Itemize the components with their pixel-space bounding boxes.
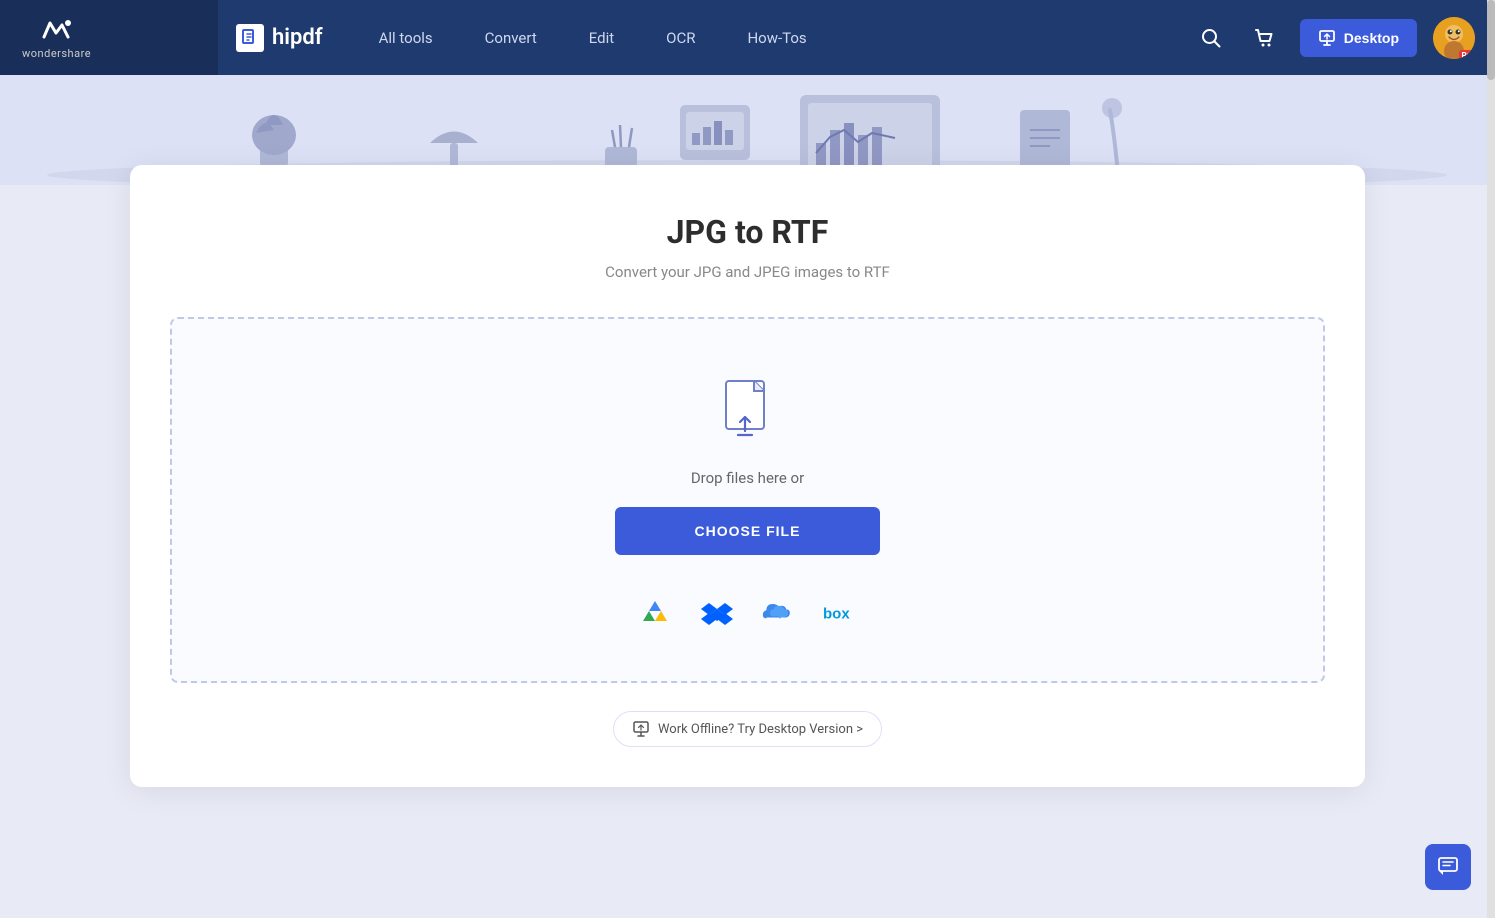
converter-card: JPG to RTF Convert your JPG and JPEG ima… <box>130 165 1365 787</box>
offline-text: Work Offline? Try Desktop Version > <box>658 722 863 737</box>
drop-zone[interactable]: Drop files here or CHOOSE FILE <box>170 317 1325 683</box>
hipdf-icon <box>236 24 264 52</box>
upload-icon <box>718 379 778 451</box>
dropbox-icon[interactable] <box>699 595 735 631</box>
desktop-btn-label: Desktop <box>1344 30 1399 46</box>
cloud-services: box <box>637 595 859 631</box>
nav-right: Desktop Pro <box>1192 17 1495 59</box>
page-title: JPG to RTF <box>170 213 1325 251</box>
nav-links: All tools Convert Edit OCR How-Tos <box>353 0 833 75</box>
box-icon[interactable]: box <box>823 595 859 631</box>
pro-badge: Pro <box>1459 50 1475 59</box>
google-drive-icon[interactable] <box>637 595 673 631</box>
nav-edit[interactable]: Edit <box>563 0 640 75</box>
wondershare-logo: wondershare <box>22 15 91 60</box>
user-avatar[interactable]: Pro <box>1433 17 1475 59</box>
nav-convert[interactable]: Convert <box>459 0 563 75</box>
nav-how-tos[interactable]: How-Tos <box>721 0 832 75</box>
cart-button[interactable] <box>1246 19 1284 57</box>
hipdf-label: hipdf <box>272 25 323 50</box>
choose-file-button[interactable]: CHOOSE FILE <box>615 507 881 555</box>
onedrive-icon[interactable] <box>761 595 797 631</box>
offline-banner: Work Offline? Try Desktop Version > <box>170 711 1325 747</box>
svg-text:box: box <box>823 605 850 622</box>
nav-ocr[interactable]: OCR <box>640 0 721 75</box>
scrollbar-thumb[interactable] <box>1487 0 1495 80</box>
desktop-button[interactable]: Desktop <box>1300 19 1417 57</box>
wondershare-label: wondershare <box>22 47 91 60</box>
search-button[interactable] <box>1192 19 1230 57</box>
navbar: wondershare hipdf All tools Convert Edit… <box>0 0 1495 75</box>
feedback-button[interactable] <box>1425 844 1471 890</box>
drop-text: Drop files here or <box>691 469 804 487</box>
page-subtitle: Convert your JPG and JPEG images to RTF <box>170 263 1325 281</box>
hipdf-logo[interactable]: hipdf <box>236 24 323 52</box>
offline-banner-link[interactable]: Work Offline? Try Desktop Version > <box>613 711 882 747</box>
nav-all-tools[interactable]: All tools <box>353 0 459 75</box>
brand-area: wondershare <box>0 0 218 75</box>
scrollbar[interactable] <box>1487 0 1495 918</box>
page-body: JPG to RTF Convert your JPG and JPEG ima… <box>0 165 1495 847</box>
